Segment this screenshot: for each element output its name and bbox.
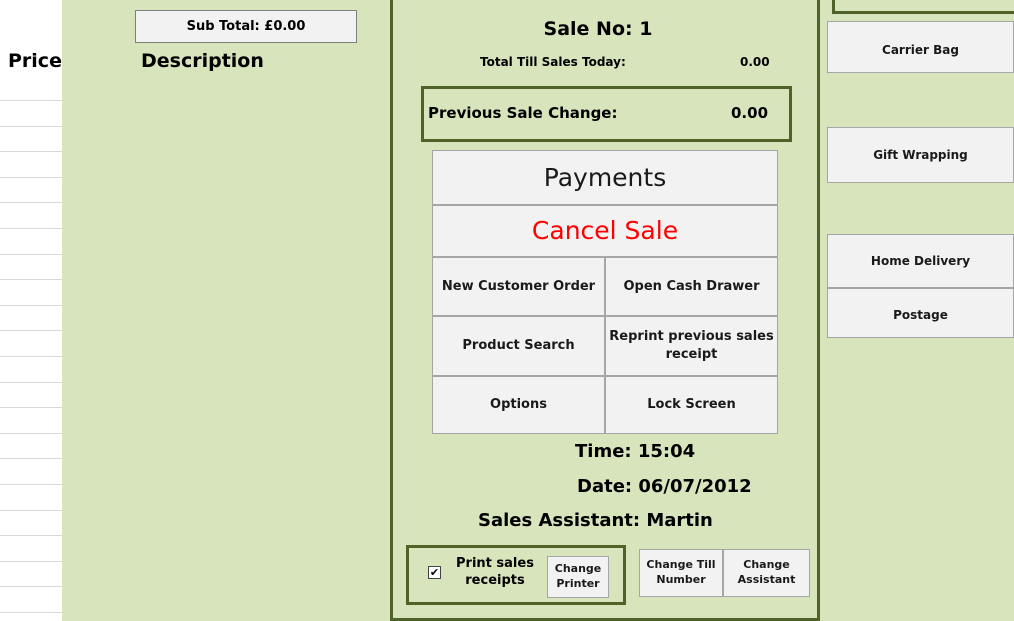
row-separator (0, 458, 62, 459)
row-separator (0, 305, 62, 306)
row-separator (0, 202, 62, 203)
item-list-panel (62, 0, 390, 621)
row-separator (0, 356, 62, 357)
product-search-button[interactable]: Product Search (432, 316, 605, 376)
row-separator (0, 612, 62, 613)
quick-items-top-frame (832, 0, 1014, 14)
till-sales-label: Total Till Sales Today: (480, 55, 626, 69)
payments-button[interactable]: Payments (432, 150, 778, 205)
row-separator (0, 535, 62, 536)
home-delivery-button[interactable]: Home Delivery (827, 234, 1014, 288)
till-sales-value: 0.00 (740, 55, 770, 69)
carrier-bag-button[interactable]: Carrier Bag (827, 21, 1014, 73)
postage-button[interactable]: Postage (827, 288, 1014, 338)
row-separator (0, 177, 62, 178)
row-separator (0, 561, 62, 562)
sale-number: Sale No: 1 (543, 18, 653, 40)
current-time: Time: 15:04 (575, 441, 696, 462)
change-till-number-button[interactable]: Change Till Number (639, 549, 723, 597)
change-printer-button[interactable]: Change Printer (547, 556, 609, 598)
new-customer-order-button[interactable]: New Customer Order (432, 257, 605, 316)
row-separator (0, 279, 62, 280)
price-column-header: Price (8, 50, 62, 72)
row-separator (0, 228, 62, 229)
options-button[interactable]: Options (432, 376, 605, 434)
lock-screen-button[interactable]: Lock Screen (605, 376, 778, 434)
row-separator (0, 433, 62, 434)
price-column[interactable] (0, 76, 62, 621)
cancel-sale-button[interactable]: Cancel Sale (432, 205, 778, 257)
open-cash-drawer-button[interactable]: Open Cash Drawer (605, 257, 778, 316)
sales-assistant: Sales Assistant: Martin (478, 510, 713, 531)
row-separator (0, 510, 62, 511)
row-separator (0, 407, 62, 408)
subtotal-box: Sub Total: £0.00 (135, 10, 357, 43)
row-separator (0, 586, 62, 587)
print-receipts-checkbox[interactable]: ✔ (428, 566, 441, 579)
row-separator (0, 382, 62, 383)
print-receipts-label: Print sales receipts (456, 556, 534, 588)
reprint-receipt-button[interactable]: Reprint previous sales receipt (605, 316, 778, 376)
row-separator (0, 100, 62, 101)
previous-change-value: 0.00 (731, 104, 769, 122)
change-assistant-button[interactable]: Change Assistant (723, 549, 810, 597)
gift-wrapping-button[interactable]: Gift Wrapping (827, 127, 1014, 183)
row-separator (0, 330, 62, 331)
description-column-header: Description (141, 50, 264, 72)
row-separator (0, 254, 62, 255)
row-separator (0, 484, 62, 485)
row-separator (0, 151, 62, 152)
previous-change-label: Previous Sale Change: (428, 104, 618, 122)
current-date: Date: 06/07/2012 (577, 476, 752, 497)
row-separator (0, 126, 62, 127)
